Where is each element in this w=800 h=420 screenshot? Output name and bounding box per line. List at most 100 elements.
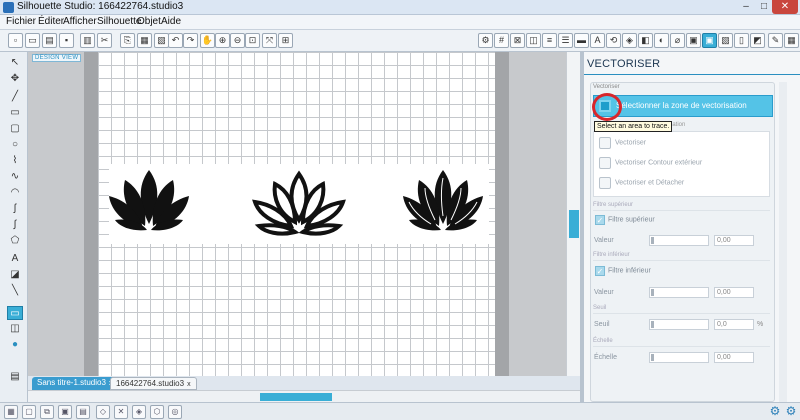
send-view-icon[interactable]: ●: [7, 338, 23, 352]
maximize-button[interactable]: □: [756, 0, 772, 14]
duplicate-icon[interactable]: ⧉: [40, 405, 54, 419]
pentagon-tool-icon[interactable]: ⬠: [7, 234, 23, 248]
make-compound-icon[interactable]: ◇: [96, 405, 110, 419]
panel-toggle-icon[interactable]: ▤: [7, 370, 23, 384]
gear-secondary-icon[interactable]: ⚙: [784, 405, 798, 419]
eraser-tool-icon[interactable]: ◪: [7, 268, 23, 282]
weld-icon[interactable]: ⬡: [150, 405, 164, 419]
curve-tool-icon[interactable]: ∿: [7, 170, 23, 184]
copy-icon[interactable]: ⎘: [120, 33, 135, 48]
cut-icon[interactable]: ✂: [97, 33, 112, 48]
replicate-icon[interactable]: ◈: [622, 33, 637, 48]
high-pass-value-input[interactable]: 0,00: [714, 235, 754, 246]
trace-action[interactable]: Vectoriser: [599, 137, 646, 149]
knife-icon[interactable]: ⌀: [670, 33, 685, 48]
align-icon[interactable]: ≡: [542, 33, 557, 48]
menu-fichier[interactable]: Fichier: [6, 16, 36, 27]
slider-knob[interactable]: [651, 237, 654, 244]
open-folder-icon[interactable]: ▭: [25, 33, 40, 48]
undo-icon[interactable]: ↶: [168, 33, 183, 48]
line-tool-icon[interactable]: ╱: [7, 90, 23, 104]
page-setup-icon[interactable]: ⚙: [478, 33, 493, 48]
vertical-scroll-thumb[interactable]: [569, 210, 579, 238]
select-all-icon[interactable]: ▦: [4, 405, 18, 419]
deselect-icon[interactable]: ▢: [22, 405, 36, 419]
slider-knob[interactable]: [651, 354, 654, 361]
offset-icon[interactable]: ◐: [654, 33, 669, 48]
horizontal-scroll-thumb[interactable]: [260, 393, 332, 401]
tab-166422764[interactable]: 166422764.studio3 x: [110, 377, 197, 390]
scale-slider[interactable]: [649, 352, 709, 363]
zoom-drag-icon[interactable]: ⤧: [262, 33, 277, 48]
modify-icon[interactable]: ◧: [638, 33, 653, 48]
ellipse-tool-icon[interactable]: ○: [7, 138, 23, 152]
text-style-icon[interactable]: A: [590, 33, 605, 48]
cut-mode-icon[interactable]: ▦: [784, 33, 799, 48]
paste-in-front-icon[interactable]: ▧: [154, 33, 169, 48]
text-tool-icon[interactable]: A: [7, 252, 23, 266]
arc-tool-icon[interactable]: ◠: [7, 186, 23, 200]
settings-gear-icon[interactable]: ⚙: [768, 405, 782, 419]
threshold-value-input[interactable]: 0,0: [714, 319, 754, 330]
zoom-out-icon[interactable]: ⊖: [230, 33, 245, 48]
send-to-silhouette-icon[interactable]: ✎: [768, 33, 783, 48]
rounded-rect-tool-icon[interactable]: ▢: [7, 122, 23, 136]
cut-settings-icon[interactable]: ◫: [526, 33, 541, 48]
knife-tool-icon[interactable]: ╲: [7, 284, 23, 298]
horizontal-scrollbar[interactable]: [28, 390, 580, 402]
offset-quick-icon[interactable]: ◎: [168, 405, 182, 419]
trace-outer-edge-action[interactable]: Vectoriser Contour extérieur: [599, 157, 702, 169]
tab-close-icon[interactable]: x: [187, 381, 191, 388]
fill-color-icon[interactable]: ▬: [574, 33, 589, 48]
new-doc-icon[interactable]: ▫: [8, 33, 23, 48]
slider-knob[interactable]: [651, 321, 654, 328]
ungroup-icon[interactable]: ▤: [76, 405, 90, 419]
grid-settings-icon[interactable]: #: [494, 33, 509, 48]
design-view-icon[interactable]: ▭: [7, 306, 23, 320]
group-icon[interactable]: ▣: [58, 405, 72, 419]
edit-points-icon[interactable]: ✥: [7, 72, 23, 86]
pan-hand-icon[interactable]: ✋: [200, 33, 215, 48]
scale-value-input[interactable]: 0,00: [714, 352, 754, 363]
library-icon[interactable]: ▤: [42, 33, 57, 48]
design-canvas[interactable]: DESIGN VIEW: [28, 52, 580, 388]
slider-knob[interactable]: [651, 289, 654, 296]
delete-icon[interactable]: ✕: [114, 405, 128, 419]
menu-objet[interactable]: Objet: [137, 16, 161, 27]
line-style-icon[interactable]: ☰: [558, 33, 573, 48]
paste-icon[interactable]: ▦: [137, 33, 152, 48]
transform-icon[interactable]: ⟲: [606, 33, 621, 48]
low-pass-value-input[interactable]: 0,00: [714, 287, 754, 298]
rectangle-tool-icon[interactable]: ▭: [7, 106, 23, 120]
minimize-button[interactable]: –: [738, 0, 754, 14]
redo-icon[interactable]: ↷: [183, 33, 198, 48]
threshold-slider[interactable]: [649, 319, 709, 330]
cut-view-icon[interactable]: ◫: [7, 322, 23, 336]
release-compound-icon[interactable]: ◈: [132, 405, 146, 419]
menu-silhouette[interactable]: Silhouette: [97, 16, 141, 27]
lotus-image[interactable]: [109, 164, 489, 244]
registration-icon[interactable]: ⊠: [510, 33, 525, 48]
store-icon[interactable]: ▯: [734, 33, 749, 48]
smooth-freehand-icon[interactable]: ∫: [7, 218, 23, 232]
save-icon[interactable]: ▪: [59, 33, 74, 48]
select-arrow-icon[interactable]: ↖: [7, 56, 23, 70]
panel-scrollbar[interactable]: [779, 82, 787, 402]
high-pass-slider[interactable]: [649, 235, 709, 246]
menu-afficher[interactable]: Afficher: [63, 16, 97, 27]
polygon-tool-icon[interactable]: ⌇: [7, 154, 23, 168]
library-store-icon[interactable]: ◩: [750, 33, 765, 48]
trace-detach-action[interactable]: Vectoriser et Détacher: [599, 177, 684, 189]
zoom-box-icon[interactable]: ⊡: [245, 33, 260, 48]
close-button[interactable]: ✕: [772, 0, 798, 14]
cut-send-icon[interactable]: ▧: [718, 33, 733, 48]
layers-icon[interactable]: ▣: [686, 33, 701, 48]
low-pass-checkbox[interactable]: ✓ Filtre inférieur: [595, 266, 651, 276]
freehand-tool-icon[interactable]: ʃ: [7, 202, 23, 216]
trace-icon[interactable]: ▣: [702, 33, 717, 48]
print-icon[interactable]: ▥: [80, 33, 95, 48]
menu-editer[interactable]: Éditer: [38, 16, 64, 27]
vertical-scrollbar[interactable]: [566, 52, 580, 388]
menu-aide[interactable]: Aide: [161, 16, 181, 27]
low-pass-slider[interactable]: [649, 287, 709, 298]
